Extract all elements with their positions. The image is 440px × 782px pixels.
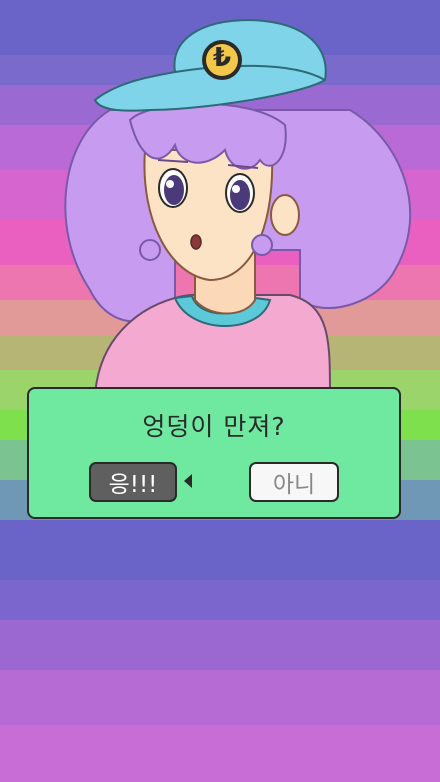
mouth xyxy=(190,234,202,250)
no-button-label: 아니 xyxy=(272,472,316,498)
dialog-question: 엉덩이 만져? xyxy=(142,412,286,441)
cap-logo-icon: ₺ xyxy=(212,43,232,73)
dialog-box: 엉덩이 만져? 응!!! 아니 xyxy=(27,387,401,519)
yes-button[interactable]: 응!!! xyxy=(89,462,177,502)
no-button[interactable]: 아니 xyxy=(249,462,339,502)
yes-button-label: 응!!! xyxy=(108,472,158,498)
selection-cursor-icon xyxy=(184,474,192,488)
